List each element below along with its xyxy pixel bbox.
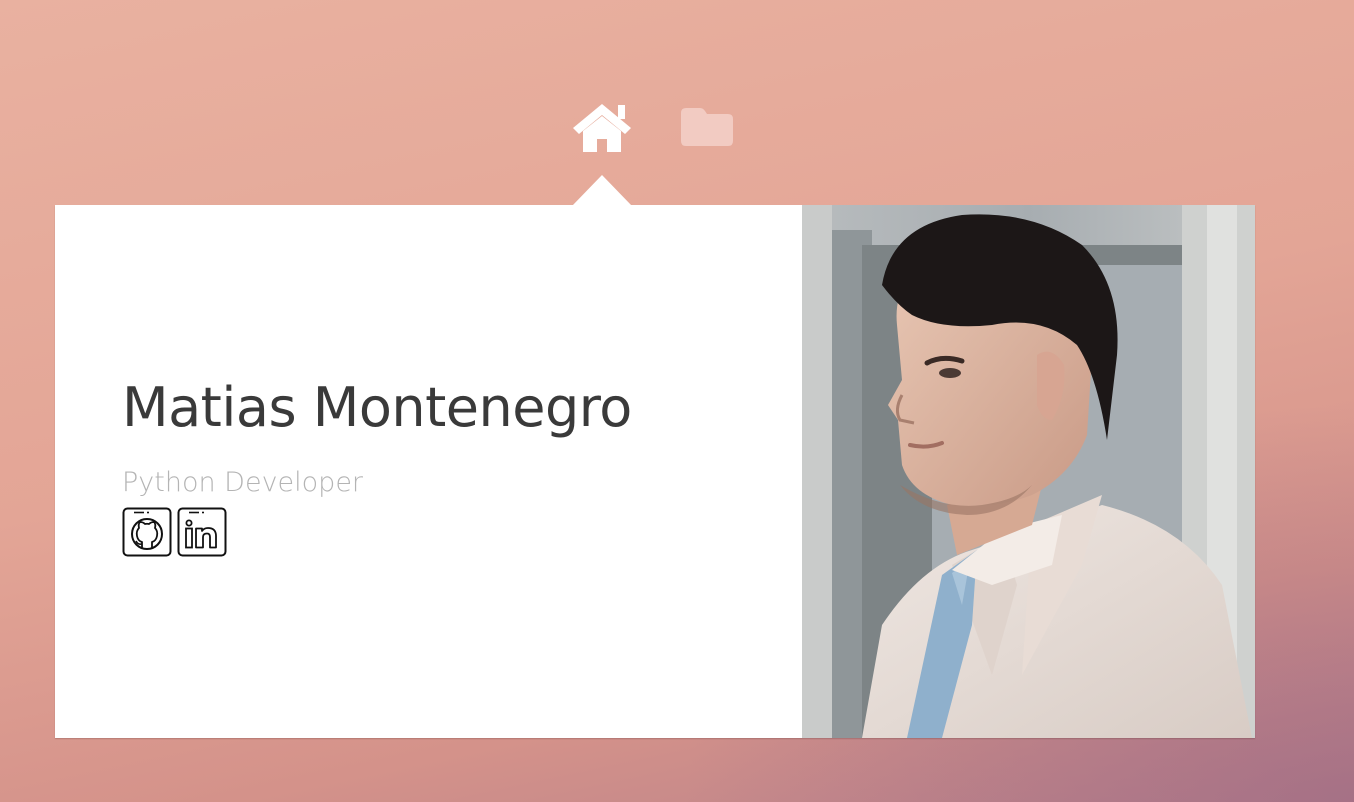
profile-card: Matias Montenegro Python Developer	[55, 205, 1255, 738]
github-icon	[122, 507, 172, 557]
portrait-image	[802, 205, 1255, 738]
top-nav	[566, 98, 746, 158]
profile-info: Matias Montenegro Python Developer	[55, 205, 802, 738]
nav-home-button[interactable]	[571, 102, 633, 154]
active-nav-indicator	[572, 175, 632, 206]
social-links	[122, 507, 227, 557]
linkedin-icon	[177, 507, 227, 557]
github-link[interactable]	[122, 507, 172, 557]
profile-photo	[802, 205, 1255, 738]
home-icon	[573, 104, 631, 152]
profile-role: Python Developer	[122, 467, 364, 498]
folder-icon	[681, 108, 733, 146]
profile-name: Matias Montenegro	[122, 376, 632, 439]
nav-projects-button[interactable]	[678, 104, 736, 148]
linkedin-link[interactable]	[177, 507, 227, 557]
